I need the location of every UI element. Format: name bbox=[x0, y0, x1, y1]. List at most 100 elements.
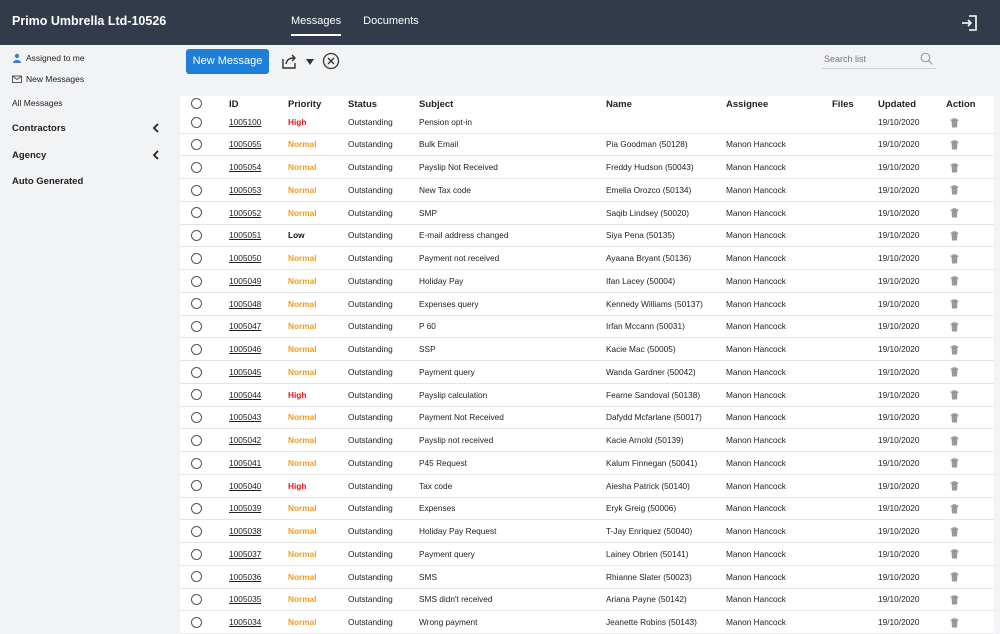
message-id-link[interactable]: 1005052 bbox=[229, 208, 261, 218]
trash-icon[interactable] bbox=[950, 435, 959, 446]
message-id-link[interactable]: 1005044 bbox=[229, 390, 261, 400]
row-select-radio[interactable] bbox=[191, 184, 202, 196]
table-row[interactable]: 1005047 Normal Outstanding P 60 Irfan Mccann… bbox=[180, 315, 994, 339]
trash-icon[interactable] bbox=[950, 276, 959, 286]
table-row[interactable]: 1005049 Normal Outstanding Holiday Pay Ifan … bbox=[180, 269, 994, 293]
row-select-radio[interactable] bbox=[191, 594, 202, 606]
row-select-cell[interactable] bbox=[180, 519, 229, 543]
message-id-link[interactable]: 1005039 bbox=[229, 503, 261, 513]
row-select-cell[interactable] bbox=[180, 315, 229, 339]
trash-icon[interactable] bbox=[950, 481, 959, 491]
row-select-cell[interactable] bbox=[180, 201, 229, 225]
column-header-status[interactable]: Status bbox=[348, 96, 419, 112]
message-id-link[interactable]: 1005045 bbox=[229, 367, 261, 377]
message-id-link[interactable]: 1005037 bbox=[229, 549, 261, 559]
sidebar-group-auto-generated[interactable]: Auto Generated bbox=[12, 176, 164, 187]
row-select-radio[interactable] bbox=[191, 366, 202, 378]
table-row[interactable]: 1005054 Normal Outstanding Payslip Not Rece… bbox=[180, 155, 994, 179]
trash-icon[interactable] bbox=[950, 185, 959, 195]
row-select-radio[interactable] bbox=[191, 275, 202, 287]
row-select-radio[interactable] bbox=[191, 252, 202, 264]
select-all-radio[interactable] bbox=[191, 98, 202, 110]
select-all-header[interactable] bbox=[180, 96, 229, 112]
table-row[interactable]: 1005046 Normal Outstanding SSP Kacie Mac (50… bbox=[180, 337, 994, 361]
trash-icon[interactable] bbox=[950, 390, 959, 400]
row-select-cell[interactable] bbox=[180, 224, 229, 248]
trash-icon[interactable] bbox=[950, 367, 959, 377]
message-id-link[interactable]: 1005047 bbox=[229, 321, 261, 331]
search-icon[interactable] bbox=[920, 52, 933, 65]
message-id-link[interactable]: 1005048 bbox=[229, 299, 261, 309]
row-select-radio[interactable] bbox=[191, 412, 202, 424]
table-row[interactable]: 1005040 High Outstanding Tax code Aiesha Pat… bbox=[180, 474, 994, 498]
sidebar-item-all-messages[interactable]: All Messages bbox=[12, 98, 63, 108]
row-select-radio[interactable] bbox=[191, 389, 202, 401]
trash-icon[interactable] bbox=[950, 504, 959, 514]
row-select-cell[interactable] bbox=[180, 406, 229, 430]
table-row[interactable]: 1005052 Normal Outstanding SMP Saqib Lindsey… bbox=[180, 201, 994, 225]
message-id-link[interactable]: 1005054 bbox=[229, 162, 261, 172]
row-select-cell[interactable] bbox=[180, 542, 229, 566]
table-row[interactable]: 1005035 Normal Outstanding SMS didn't recei… bbox=[180, 588, 994, 612]
column-header-name[interactable]: Name bbox=[606, 96, 726, 112]
row-select-radio[interactable] bbox=[191, 434, 202, 446]
row-select-cell[interactable] bbox=[180, 178, 229, 202]
trash-icon[interactable] bbox=[950, 140, 959, 150]
row-select-cell[interactable] bbox=[180, 292, 229, 316]
table-row[interactable]: 1005100 High Outstanding Pension opt-in 19/1… bbox=[180, 112, 994, 134]
row-select-radio[interactable] bbox=[191, 343, 202, 355]
message-id-link[interactable]: 1005049 bbox=[229, 276, 261, 286]
trash-icon[interactable] bbox=[950, 617, 959, 628]
table-row[interactable]: 1005048 Normal Outstanding Expenses query Ke… bbox=[180, 292, 994, 316]
column-header-subject[interactable]: Subject bbox=[419, 96, 606, 112]
table-row[interactable]: 1005045 Normal Outstanding Payment query Wan… bbox=[180, 360, 994, 384]
row-select-cell[interactable] bbox=[180, 112, 229, 134]
row-select-cell[interactable] bbox=[180, 610, 229, 634]
row-select-cell[interactable] bbox=[180, 337, 229, 361]
row-select-radio[interactable] bbox=[191, 457, 202, 469]
table-row[interactable]: 1005039 Normal Outstanding Expenses Eryk Gre… bbox=[180, 497, 994, 521]
tab-documents[interactable]: Documents bbox=[355, 0, 427, 45]
message-id-link[interactable]: 1005055 bbox=[229, 139, 261, 149]
message-id-link[interactable]: 1005034 bbox=[229, 617, 261, 627]
trash-icon[interactable] bbox=[950, 344, 959, 355]
row-select-radio[interactable] bbox=[191, 503, 202, 515]
tab-messages[interactable]: Messages bbox=[283, 0, 349, 45]
message-id-link[interactable]: 1005035 bbox=[229, 594, 261, 604]
table-row[interactable]: 1005043 Normal Outstanding Payment Not Rece… bbox=[180, 406, 994, 430]
table-row[interactable]: 1005042 Normal Outstanding Payslip not rece… bbox=[180, 428, 994, 452]
message-id-link[interactable]: 1005038 bbox=[229, 526, 261, 536]
cancel-circle-icon[interactable] bbox=[322, 52, 340, 70]
table-row[interactable]: 1005044 High Outstanding Payslip calculatio… bbox=[180, 383, 994, 407]
table-row[interactable]: 1005037 Normal Outstanding Payment query Lai… bbox=[180, 542, 994, 566]
row-select-radio[interactable] bbox=[191, 525, 202, 537]
row-select-radio[interactable] bbox=[191, 298, 202, 310]
sidebar-group-contractors[interactable]: Contractors bbox=[12, 123, 164, 134]
row-select-radio[interactable] bbox=[191, 207, 202, 219]
new-message-button[interactable]: New Message bbox=[186, 49, 269, 74]
row-select-cell[interactable] bbox=[180, 133, 229, 157]
trash-icon[interactable] bbox=[950, 231, 959, 241]
row-select-radio[interactable] bbox=[191, 230, 202, 242]
table-row[interactable]: 1005051 Low Outstanding E-mail address chan… bbox=[180, 224, 994, 248]
message-id-link[interactable]: 1005050 bbox=[229, 253, 261, 263]
message-id-link[interactable]: 1005046 bbox=[229, 344, 261, 354]
sidebar-item-assigned-to-me[interactable]: Assigned to me bbox=[12, 53, 85, 63]
table-row[interactable]: 1005055 Normal Outstanding Bulk Email Pia Go… bbox=[180, 133, 994, 157]
message-id-link[interactable]: 1005051 bbox=[229, 230, 261, 240]
message-id-link[interactable]: 1005036 bbox=[229, 572, 261, 582]
row-select-cell[interactable] bbox=[180, 246, 229, 270]
row-select-cell[interactable] bbox=[180, 428, 229, 452]
message-id-link[interactable]: 1005042 bbox=[229, 435, 261, 445]
export-icon[interactable] bbox=[281, 53, 298, 70]
row-select-cell[interactable] bbox=[180, 588, 229, 612]
table-row[interactable]: 1005050 Normal Outstanding Payment not rece… bbox=[180, 246, 994, 270]
trash-icon[interactable] bbox=[950, 118, 959, 128]
column-header-updated[interactable]: Updated bbox=[878, 96, 946, 112]
row-select-radio[interactable] bbox=[191, 548, 202, 560]
search-input[interactable] bbox=[822, 49, 936, 69]
trash-icon[interactable] bbox=[950, 208, 959, 218]
trash-icon[interactable] bbox=[950, 595, 959, 605]
table-row[interactable]: 1005034 Normal Outstanding Wrong payment Jea… bbox=[180, 610, 994, 634]
row-select-radio[interactable] bbox=[191, 116, 202, 128]
